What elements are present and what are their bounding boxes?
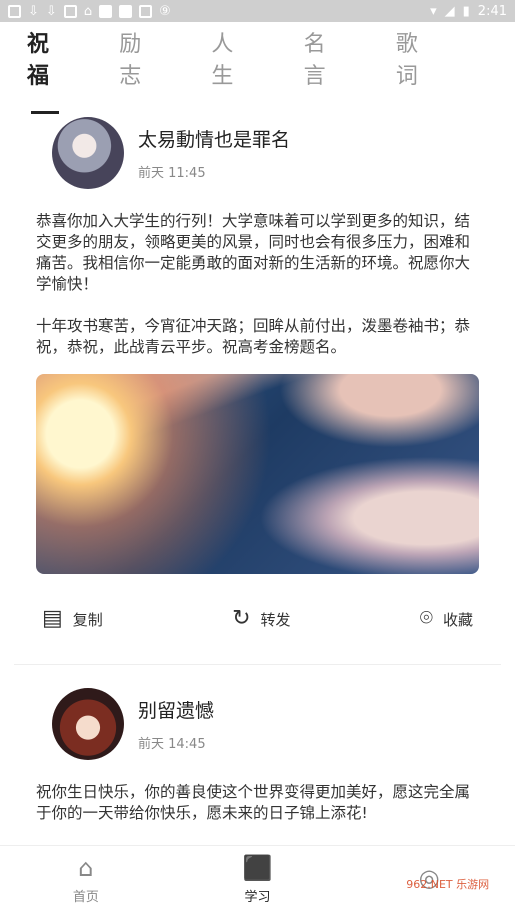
share-label: 转发 [260, 610, 291, 629]
nav-home-label: 首页 [72, 890, 99, 905]
nav-study[interactable]: ⬛ 学习 [197, 856, 317, 905]
status-time: 2:41 [477, 3, 507, 19]
watermark: 962.NET 乐游网 [406, 877, 490, 891]
share-button[interactable]: ↻ 转发 [232, 608, 290, 630]
square-icon [119, 4, 133, 18]
post-content: 恭喜你加入大学生的行列！大学意味着可以学到更多的知识，结交更多的朋友，领略更美的… [36, 212, 471, 356]
tab-mingyan[interactable]: 名言 [304, 26, 340, 90]
house-icon: ⌂ [83, 3, 93, 19]
author-meta: 别留遗憾 前天 14:45 [138, 696, 214, 752]
category-tabs: 祝福 励志 人生 名言 歌词 [0, 22, 515, 114]
nav-profile[interactable]: ◎ 962.NET 乐游网 [369, 866, 489, 896]
author-meta: 太易動情也是罪名 前天 11:45 [138, 125, 290, 181]
download-icon: ⇩ [28, 3, 39, 19]
bottom-navigation: ⌂ 首页 ⬛ 学习 ◎ 962.NET 乐游网 [0, 845, 515, 915]
favorite-icon: ⌾ [419, 606, 433, 631]
post-time: 前天 11:45 [138, 165, 206, 181]
download-icon: ⇩ [45, 3, 57, 19]
post-card: 太易動情也是罪名 前天 11:45 恭喜你加入大学生的行列！大学意味着可以学到更… [0, 94, 515, 574]
copy-button[interactable]: ▤ 复制 [42, 608, 103, 630]
avatar[interactable] [52, 116, 124, 189]
post-image[interactable] [36, 374, 479, 574]
tab-zhufu[interactable]: 祝福 [27, 26, 63, 114]
status-right: ▾ ◢ ▮ 2:41 [430, 4, 507, 19]
author-name[interactable]: 别留遗憾 [138, 696, 214, 723]
battery-icon: ▮ [462, 3, 470, 19]
signal-icon: ◢ [444, 3, 455, 19]
home-icon: ⌂ [78, 854, 94, 882]
tab-lizhi[interactable]: 励志 [119, 26, 155, 90]
avatar[interactable] [52, 687, 124, 760]
tab-geci[interactable]: 歌词 [396, 26, 432, 90]
share-icon: ↻ [232, 606, 251, 631]
copy-label: 复制 [72, 610, 103, 629]
study-icon: ⬛ [242, 854, 273, 882]
wifi-icon: ▾ [430, 3, 437, 19]
post-actions: ▤ 复制 ↻ 转发 ⌾ 收藏 [0, 574, 515, 664]
square-icon [139, 4, 153, 18]
post-card: 别留遗憾 前天 14:45 祝你生日快乐，你的善良使这个世界变得更加美好，愿这完… [0, 665, 515, 824]
copy-icon: ▤ [42, 606, 63, 631]
square-icon [99, 4, 113, 18]
tab-rensheng[interactable]: 人生 [211, 26, 247, 90]
image-icon [8, 4, 21, 18]
square-icon [63, 4, 77, 18]
nav-study-label: 学习 [244, 890, 271, 905]
feed[interactable]: 太易動情也是罪名 前天 11:45 恭喜你加入大学生的行列！大学意味着可以学到更… [0, 94, 515, 844]
post-content: 祝你生日快乐，你的善良使这个世界变得更加美好，愿这完全属于你的一天带给你快乐，愿… [36, 783, 471, 822]
nine-icon: ⑨ [159, 3, 171, 19]
post-time: 前天 14:45 [138, 736, 206, 752]
author-name[interactable]: 太易動情也是罪名 [138, 125, 290, 152]
nav-home[interactable]: ⌂ 首页 [26, 856, 146, 905]
post-header: 太易動情也是罪名 前天 11:45 [36, 94, 479, 199]
favorite-label: 收藏 [442, 610, 473, 629]
post-header: 别留遗憾 前天 14:45 [36, 665, 479, 770]
favorite-button[interactable]: ⌾ 收藏 [420, 608, 473, 630]
status-bar: ⇩ ⇩ ⌂ ⑨ ▾ ◢ ▮ 2:41 [0, 0, 515, 22]
status-left-icons: ⇩ ⇩ ⌂ ⑨ [8, 4, 171, 19]
